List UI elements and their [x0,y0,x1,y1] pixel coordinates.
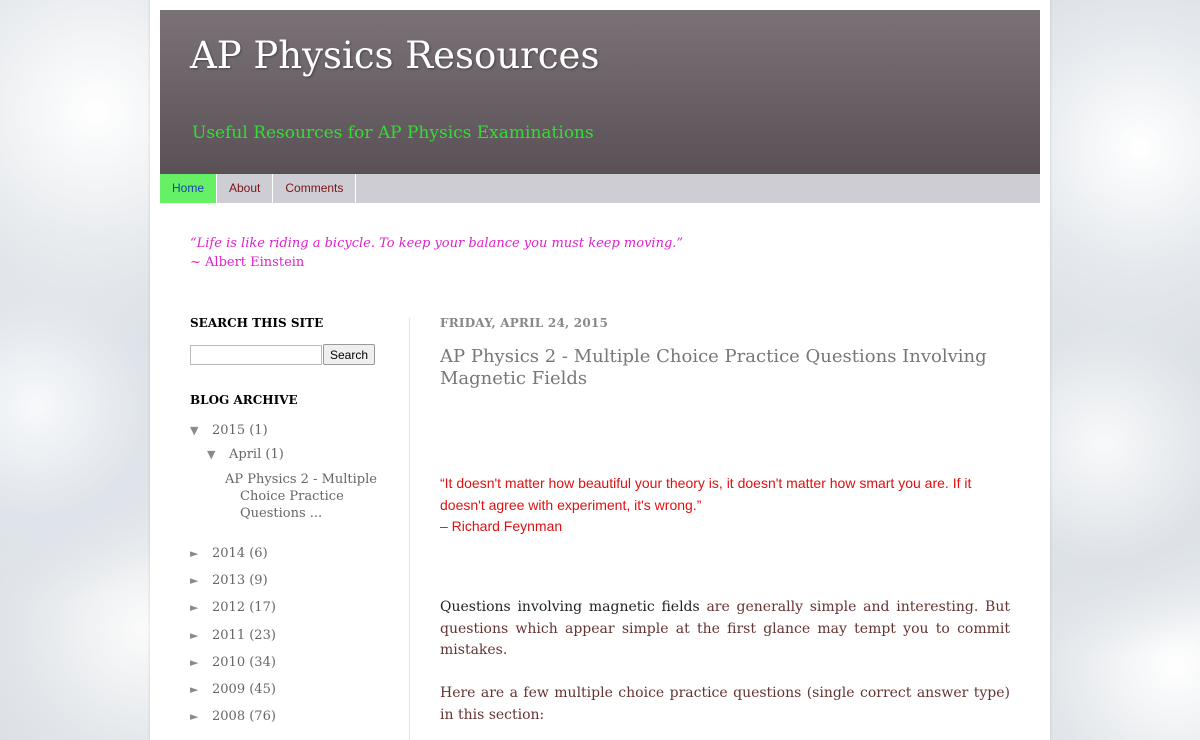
einstein-quote-text: “Life is like riding a bicycle. To keep … [190,236,684,251]
collapsed-triangle-icon[interactable]: ► [190,574,212,587]
einstein-quote: “Life is like riding a bicycle. To keep … [190,234,683,272]
tab-home[interactable]: Home [160,174,217,203]
feynman-quote: “It doesn't matter how beautiful your th… [440,473,1010,538]
archive-year-2013[interactable]: ► 2013 (9) [190,573,268,588]
tab-about[interactable]: About [217,174,274,203]
page-tabs: Home About Comments [160,174,1040,203]
search-button[interactable]: Search [323,344,376,365]
archive-year-2008[interactable]: ► 2008 (76) [190,709,276,724]
expanded-triangle-icon[interactable]: ▼ [207,448,229,461]
page-container: AP Physics Resources Useful Resources fo… [150,0,1050,740]
einstein-quote-author: ~ Albert Einstein [190,255,305,270]
archive-post-link[interactable]: AP Physics 2 - Multiple Choice Practice … [225,471,390,522]
collapsed-triangle-icon[interactable]: ► [190,656,212,669]
archive-widget-title: BLOG ARCHIVE [190,393,298,407]
archive-month-april[interactable]: ▼ April (1) [207,447,284,462]
collapsed-triangle-icon[interactable]: ► [190,547,212,560]
expanded-triangle-icon[interactable]: ▼ [190,424,212,437]
blog-description: Useful Resources for AP Physics Examinat… [192,123,594,143]
archive-year-2009[interactable]: ► 2009 (45) [190,682,276,697]
archive-year-2015[interactable]: ▼ 2015 (1) [190,423,268,438]
column-divider [409,318,410,740]
collapsed-triangle-icon[interactable]: ► [190,601,212,614]
blog-title[interactable]: AP Physics Resources [190,34,599,77]
search-input[interactable] [190,344,322,365]
sidebar: SEARCH THIS SITE Search BLOG ARCHIVE ▼ 20… [190,316,390,724]
feynman-quote-author: – Richard Feynman [440,518,563,534]
blog-header: AP Physics Resources Useful Resources fo… [160,10,1040,174]
post-date: FRIDAY, APRIL 24, 2015 [440,316,608,330]
archive-year-2011[interactable]: ► 2011 (23) [190,628,276,643]
search-widget-title: SEARCH THIS SITE [190,316,324,330]
collapsed-triangle-icon[interactable]: ► [190,710,212,723]
post-paragraph-2: Here are a few multiple choice practice … [440,685,1010,723]
post-paragraph-1-highlight: Questions involving magnetic fields [440,599,700,615]
archive-year-2012[interactable]: ► 2012 (17) [190,600,276,615]
search-form: Search [190,344,376,365]
post-paragraph-1: Questions involving magnetic fields are … [440,599,1010,658]
feynman-quote-text: “It doesn't matter how beautiful your th… [440,475,972,513]
archive-year-2014[interactable]: ► 2014 (6) [190,546,268,561]
collapsed-triangle-icon[interactable]: ► [190,629,212,642]
archive-year-2010[interactable]: ► 2010 (34) [190,655,276,670]
post-title[interactable]: AP Physics 2 - Multiple Choice Practice … [440,346,1010,390]
main-content: FRIDAY, APRIL 24, 2015 AP Physics 2 - Mu… [440,316,1010,723]
collapsed-triangle-icon[interactable]: ► [190,683,212,696]
tab-comments[interactable]: Comments [273,174,357,203]
